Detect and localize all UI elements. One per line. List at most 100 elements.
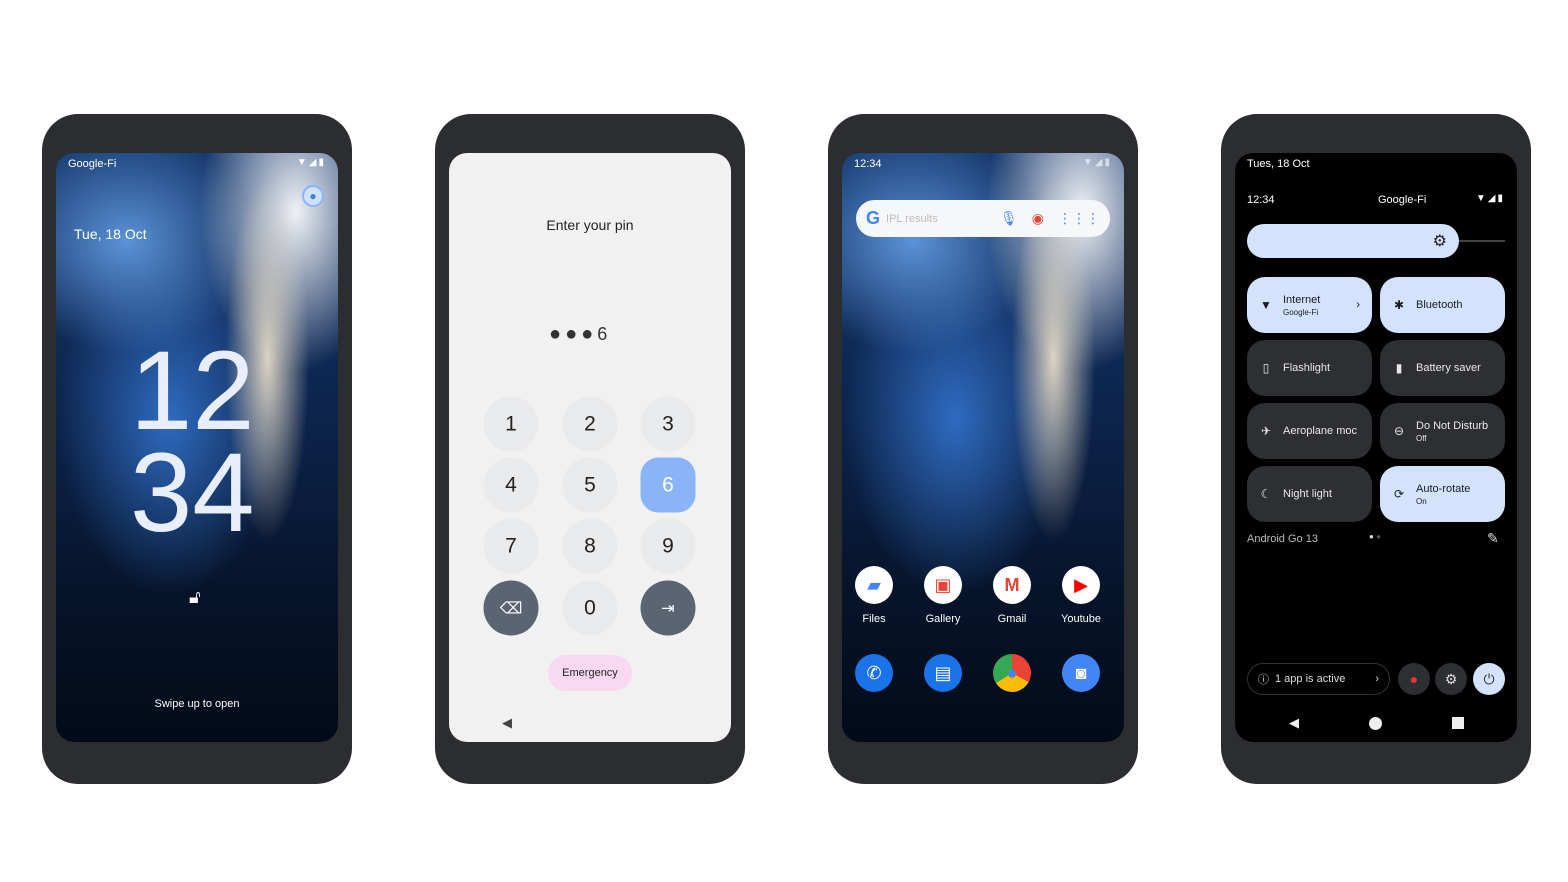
phone-icon[interactable]: ✆ (855, 654, 893, 692)
files-app-icon[interactable]: ▰ (855, 566, 893, 604)
apps-grid-icon[interactable]: ⋮⋮⋮ (1058, 210, 1100, 227)
key-0[interactable]: 0 (562, 580, 618, 636)
quick-settings-panel: Tues, 18 Oct 12:34 Google-Fi ▼◢▮ ⚙ ▼ Inte… (1235, 153, 1517, 742)
app-label: Gallery (925, 613, 961, 625)
tile-text: Bluetooth (1416, 299, 1462, 311)
tile-sublabel: On (1416, 496, 1427, 506)
mic-icon[interactable]: 🎙︎ (1000, 210, 1018, 227)
info-icon: ⓘ (1258, 674, 1269, 686)
home-nav-icon[interactable] (1369, 717, 1382, 730)
youtube-app-icon[interactable]: ▶ (1062, 566, 1100, 604)
gmail-app-icon[interactable]: M (993, 566, 1031, 604)
enter-button[interactable]: ⇥ (640, 580, 696, 636)
lens-icon[interactable]: ◉ (1032, 210, 1044, 227)
battery-saver-icon: ▮ (1395, 361, 1403, 375)
phone-pin-screen: Enter your pin ●●●6 1 2 3 4 5 6 7 8 9 ⌫ … (435, 114, 745, 784)
bluetooth-icon: ✱ (1393, 298, 1405, 312)
tile-night-light[interactable]: ☾ Night light (1247, 466, 1372, 522)
lock-icon: 🔓︎ (189, 587, 201, 607)
status-icons: ▼◢▮ (1082, 157, 1112, 168)
recents-nav-icon[interactable] (1452, 717, 1464, 729)
pin-title: Enter your pin (546, 217, 634, 233)
tile-label: Aeroplane moc (1283, 425, 1357, 437)
tile-text: Night light (1283, 488, 1332, 500)
messages-icon[interactable]: ▤ (924, 654, 962, 692)
key-2[interactable]: 2 (562, 396, 618, 452)
key-3[interactable]: 3 (640, 396, 696, 452)
tile-aeroplane-moc[interactable]: ✈ Aeroplane moc (1247, 403, 1372, 459)
pin-screen: Enter your pin ●●●6 1 2 3 4 5 6 7 8 9 ⌫ … (449, 153, 731, 742)
tile-bluetooth[interactable]: ✱ Bluetooth (1380, 277, 1505, 333)
key-6[interactable]: 6 (640, 457, 696, 513)
tile-label: Night light (1283, 488, 1332, 500)
moon-icon: ☾ (1260, 487, 1272, 501)
lock-screen[interactable]: Google-Fi ▼◢▮ ● Tue, 18 Oct 12 34 🔓︎ Swi… (56, 153, 338, 742)
tile-sublabel: Off (1416, 433, 1427, 443)
search-input[interactable]: IPL results (886, 213, 994, 225)
key-8[interactable]: 8 (562, 518, 618, 574)
build-label: Android Go 13 (1247, 533, 1318, 545)
tile-text: Aeroplane moc (1283, 425, 1357, 437)
settings-icon[interactable]: ⚙ (1435, 663, 1467, 695)
power-icon[interactable]: ⏻ (1473, 663, 1505, 695)
chevron-right-icon[interactable]: › (1356, 299, 1360, 311)
swipe-hint: Swipe up to open (154, 698, 240, 710)
tile-battery-saver[interactable]: ▮ Battery saver (1380, 340, 1505, 396)
dnd-icon: ⊖ (1393, 424, 1405, 438)
key-9[interactable]: 9 (640, 518, 696, 574)
search-bar[interactable]: G IPL results 🎙︎ ◉ ⋮⋮⋮ (856, 200, 1110, 237)
wifi-icon: ▼ (1260, 298, 1272, 312)
tile-label: Bluetooth (1416, 299, 1463, 311)
tile-text: Auto-rotate On (1416, 483, 1470, 506)
edit-icon[interactable]: ✎ (1487, 530, 1499, 547)
home-screen: 12:34 ▼◢▮ G IPL results 🎙︎ ◉ ⋮⋮⋮ ▰ ▣ M ▶… (842, 153, 1124, 742)
active-apps-label: 1 app is active (1275, 673, 1346, 685)
tile-internet[interactable]: ▼ Internet Google-Fi › (1247, 277, 1372, 333)
tile-auto-rotate[interactable]: ⟳ Auto-rotate On (1380, 466, 1505, 522)
user-switch-icon[interactable]: ● (1398, 663, 1430, 695)
app-label: Files (862, 613, 886, 625)
app-label: Youtube (1061, 613, 1101, 625)
user-icon[interactable]: ● (302, 185, 324, 207)
tile-label: Battery saver (1416, 362, 1481, 374)
brightness-slider[interactable]: ⚙ (1247, 224, 1459, 258)
clock-minute: 34 (130, 430, 255, 555)
google-logo-icon: G (866, 208, 881, 228)
camera-icon[interactable]: ◙ (1062, 654, 1100, 692)
page-indicator: ● ● (1369, 532, 1381, 541)
tile-do-not-disturb[interactable]: ⊖ Do Not Disturb Off (1380, 403, 1505, 459)
flashlight-icon: ▯ (1262, 361, 1270, 375)
tile-sublabel: Google-Fi (1283, 307, 1319, 317)
tile-flashlight[interactable]: ▯ Flashlight (1247, 340, 1372, 396)
lock-date: Tue, 18 Oct (74, 226, 147, 242)
active-apps-button[interactable]: ⓘ 1 app is active › (1247, 663, 1390, 695)
tile-text: Battery saver (1416, 362, 1481, 374)
back-nav-icon[interactable]: ◀ (502, 715, 512, 731)
carrier-label: Google-Fi (68, 158, 117, 170)
qs-carrier: Google-Fi (1378, 194, 1427, 206)
chevron-right-icon: › (1375, 673, 1379, 685)
chrome-icon[interactable]: ● (993, 654, 1031, 692)
back-nav-icon[interactable]: ◀ (1289, 715, 1299, 731)
key-1[interactable]: 1 (483, 396, 539, 452)
tile-label: Do Not Disturb (1416, 419, 1489, 432)
tile-text: Internet Google-Fi (1283, 294, 1320, 317)
emergency-button[interactable]: Emergency (548, 655, 632, 691)
rotate-icon: ⟳ (1393, 487, 1405, 501)
gallery-app-icon[interactable]: ▣ (924, 566, 962, 604)
key-5[interactable]: 5 (562, 457, 618, 513)
qs-date: Tues, 18 Oct (1247, 158, 1310, 170)
tile-label: Auto-rotate (1416, 482, 1471, 495)
qs-time: 12:34 (1247, 194, 1275, 206)
tile-label: Internet (1283, 293, 1321, 306)
tile-label: Flashlight (1283, 362, 1331, 374)
backspace-button[interactable]: ⌫ (483, 580, 539, 636)
tile-text: Do Not Disturb Off (1416, 420, 1488, 443)
tile-text: Flashlight (1283, 362, 1330, 374)
key-4[interactable]: 4 (483, 457, 539, 513)
status-time: 12:34 (854, 158, 882, 170)
pin-dots: ●●●6 (549, 323, 612, 345)
clock-hour: 12 (130, 328, 255, 453)
status-icons: ▼◢▮ (1475, 193, 1505, 204)
key-7[interactable]: 7 (483, 518, 539, 574)
